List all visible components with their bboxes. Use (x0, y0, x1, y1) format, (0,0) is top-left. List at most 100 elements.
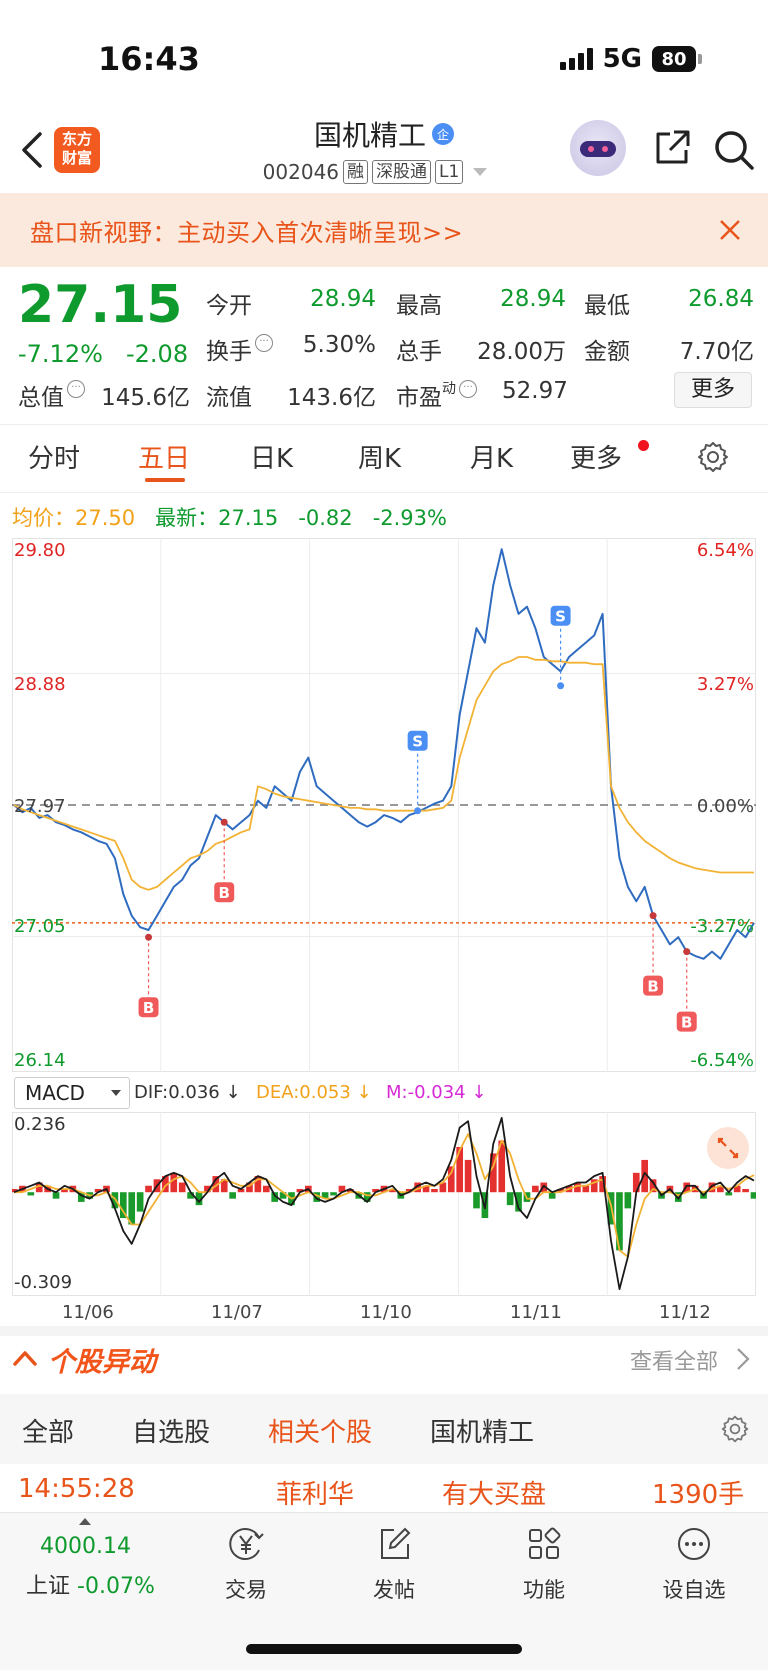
macd-histogram-bar (27, 1192, 35, 1196)
macd-histogram-bar (582, 1185, 590, 1193)
marker-dot (649, 912, 657, 920)
marker-dot (557, 682, 565, 690)
caret-up-icon (79, 1518, 91, 1525)
info-icon[interactable]: ··· (67, 380, 85, 398)
nav-functions[interactable]: 功能 (494, 1524, 594, 1604)
turnover-label[interactable]: 换手 ··· (206, 332, 273, 366)
svg-text:B: B (681, 1014, 692, 1032)
ai-assistant-robot-icon[interactable] (570, 120, 626, 176)
amount-label: 金额 (584, 339, 630, 365)
news-time: 14:55:28 (18, 1474, 135, 1504)
subtab-all[interactable]: 全部 (22, 1412, 74, 1449)
macd-histogram-bar (145, 1185, 152, 1193)
sell-marker: S (550, 605, 571, 626)
open-label: 今开 (206, 293, 252, 319)
subtab-stock[interactable]: 国机精工 (430, 1412, 534, 1449)
news-stock: 菲利华 (276, 1480, 355, 1510)
gear-icon[interactable] (696, 440, 730, 474)
tab-intraday[interactable]: 分时 (28, 438, 80, 475)
svg-text:S: S (412, 733, 423, 751)
expand-icon[interactable] (706, 1126, 750, 1170)
float-mv-value: 143.6亿 (287, 385, 376, 411)
svg-text:S: S (555, 608, 566, 626)
close-icon[interactable] (718, 218, 742, 242)
buy-marker: B (676, 1011, 697, 1032)
low-label: 最低 (584, 293, 630, 319)
y-pct-4: -3.27% (690, 916, 754, 937)
y-pct-max: 6.54% (696, 540, 754, 561)
indicator-selector[interactable]: MACD (14, 1077, 130, 1109)
y-pct-min: -6.54% (690, 1050, 754, 1071)
status-time: 16:43 (98, 40, 200, 78)
home-indicator (246, 1644, 522, 1654)
pe-label[interactable]: 市盈动 ··· (396, 378, 477, 412)
macd-dea: DEA:0.053 ↓ (256, 1082, 372, 1103)
chevron-up-icon[interactable] (12, 1348, 38, 1368)
view-all-link[interactable]: 查看全部 (630, 1344, 718, 1376)
y-pct-mid: 0.00% (696, 796, 754, 817)
tab-five-day[interactable]: 五日 (138, 438, 190, 475)
macd-histogram-bar (750, 1192, 756, 1199)
date-label-4: 11/11 (510, 1302, 562, 1323)
macd-histogram-bar (464, 1159, 472, 1193)
grid-apps-icon (529, 1527, 561, 1559)
date-label-5: 11/12 (659, 1302, 711, 1323)
pe-value: 52.97 (502, 378, 568, 404)
marker-dot (145, 933, 153, 941)
macd-histogram-bar (178, 1182, 186, 1193)
nav-add-watchlist[interactable]: 设自选 (644, 1524, 744, 1604)
macd-histogram-bar (262, 1185, 270, 1193)
notification-dot (638, 440, 649, 451)
y-label-max: 29.80 (14, 540, 66, 561)
change-percent: -7.12% (18, 340, 103, 368)
nav-post[interactable]: 发帖 (344, 1524, 444, 1604)
search-icon[interactable] (712, 128, 756, 172)
chevron-right-icon[interactable] (736, 1346, 750, 1372)
y-pct-2: 3.27% (696, 674, 754, 695)
index-label[interactable]: 上证 -0.07% (26, 1568, 155, 1600)
macd-histogram-bar (632, 1172, 640, 1193)
macd-histogram-bar (447, 1166, 455, 1193)
tab-monthly-k[interactable]: 月K (470, 438, 513, 475)
gear-icon[interactable] (720, 1414, 750, 1444)
avg-price-series-line (13, 656, 754, 891)
macd-histogram-bar (624, 1192, 632, 1209)
subtab-watchlist[interactable]: 自选股 (132, 1412, 210, 1449)
macd-histogram-bar (742, 1188, 749, 1193)
price-summary: 均价：27.50 最新：27.15 -0.82 -2.93% (12, 506, 447, 530)
amount-value: 7.70亿 (679, 339, 754, 365)
tag-level: L1 (435, 160, 464, 184)
macd-histogram-bar (136, 1192, 144, 1212)
subtab-related[interactable]: 相关个股 (268, 1412, 372, 1449)
svg-text:B: B (647, 978, 658, 996)
macd-chart[interactable] (12, 1112, 756, 1296)
svg-text:B: B (219, 884, 230, 902)
tab-more[interactable]: 更多 (570, 438, 622, 475)
more-quote-button[interactable]: 更多 (674, 372, 752, 408)
section-title: 个股异动 (48, 1347, 156, 1378)
five-day-price-chart[interactable]: B B S S B B (12, 538, 756, 1072)
index-value[interactable]: 4000.14 (40, 1534, 131, 1559)
turnover-value: 5.30% (302, 332, 376, 358)
stock-code: 002046 (262, 160, 340, 184)
tab-daily-k[interactable]: 日K (250, 438, 293, 475)
battery-level: 80 (652, 46, 696, 72)
tab-weekly-k[interactable]: 周K (358, 438, 401, 475)
y-label-mid: 27.97 (14, 796, 66, 817)
edit-post-icon (381, 1527, 411, 1559)
share-icon[interactable] (652, 128, 692, 168)
volume-value: 28.00万 (477, 339, 566, 365)
low-value: 26.84 (688, 286, 754, 312)
date-label-2: 11/07 (211, 1302, 263, 1323)
macd-histogram-bar (330, 1192, 337, 1196)
date-label-1: 11/06 (62, 1302, 114, 1323)
info-icon[interactable]: ··· (459, 380, 477, 398)
info-icon[interactable]: ··· (255, 334, 273, 352)
total-mv-label[interactable]: 总值 ··· (18, 378, 85, 412)
macd-y-min: -0.309 (14, 1272, 73, 1293)
nav-trade[interactable]: 交易 (196, 1524, 296, 1604)
buy-marker: B (643, 975, 664, 996)
marker-dot (220, 818, 228, 826)
macd-histogram-bar (548, 1192, 556, 1199)
promo-banner[interactable]: 盘口新视野：主动买入首次清晰呈现>> (0, 193, 768, 267)
